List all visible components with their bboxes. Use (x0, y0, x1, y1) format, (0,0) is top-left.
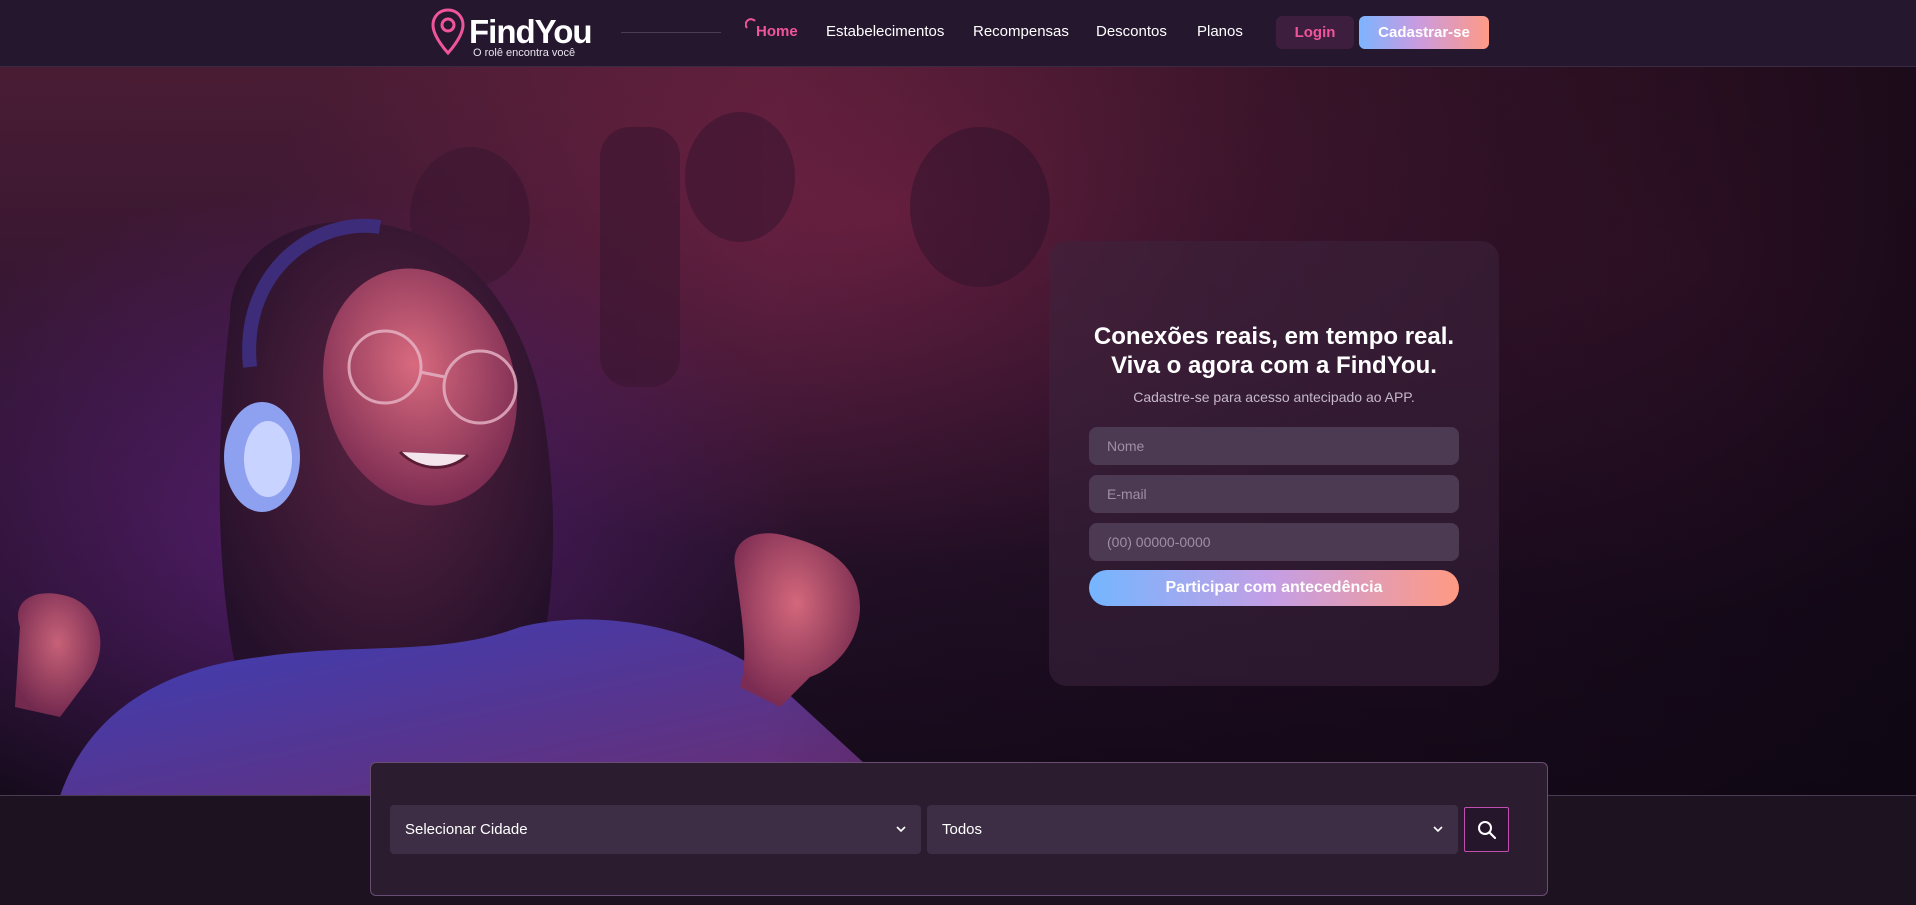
name-field[interactable] (1089, 427, 1459, 465)
search-button[interactable] (1464, 807, 1509, 852)
search-icon (1478, 821, 1497, 840)
join-early-button[interactable]: Participar com antecedência (1089, 570, 1459, 606)
card-title: Conexões reais, em tempo real. Viva o ag… (1049, 322, 1499, 380)
card-subtitle: Cadastre-se para acesso antecipado ao AP… (1133, 389, 1415, 405)
search-panel: Selecionar Cidade Todos (370, 762, 1548, 896)
location-pin-icon (431, 8, 465, 56)
signup-card: Conexões reais, em tempo real. Viva o ag… (1049, 241, 1499, 686)
login-button[interactable]: Login (1276, 16, 1354, 49)
nav-item-estabelecimentos[interactable]: Estabelecimentos (826, 23, 944, 40)
signup-button[interactable]: Cadastrar-se (1359, 16, 1489, 49)
chevron-down-icon (896, 826, 906, 833)
nav-divider (621, 32, 721, 33)
brand-tagline: O rolê encontra você (473, 47, 576, 59)
card-title-line-2: Viva o agora com a FindYou. (1111, 352, 1437, 379)
city-select[interactable]: Selecionar Cidade (390, 805, 921, 854)
hero-overlay (0, 67, 1916, 796)
email-field[interactable] (1089, 475, 1459, 513)
card-title-line-1: Conexões reais, em tempo real. (1093, 323, 1455, 350)
hero-section: Conexões reais, em tempo real. Viva o ag… (0, 67, 1916, 796)
brand-name: FindYou (469, 13, 593, 50)
nav-item-descontos[interactable]: Descontos (1096, 23, 1167, 40)
brand-logo[interactable]: FindYou O rolê encontra você (430, 8, 600, 60)
category-select[interactable]: Todos (927, 805, 1458, 854)
top-navbar: FindYou O rolê encontra você Home Estabe… (0, 0, 1916, 67)
chevron-down-icon (1433, 826, 1443, 833)
nav-item-recompensas[interactable]: Recompensas (973, 23, 1069, 40)
nav-item-home[interactable]: Home (756, 23, 798, 40)
city-select-value: Selecionar Cidade (405, 821, 528, 838)
nav-item-planos[interactable]: Planos (1197, 23, 1243, 40)
category-select-value: Todos (942, 821, 983, 838)
phone-field[interactable] (1089, 523, 1459, 561)
